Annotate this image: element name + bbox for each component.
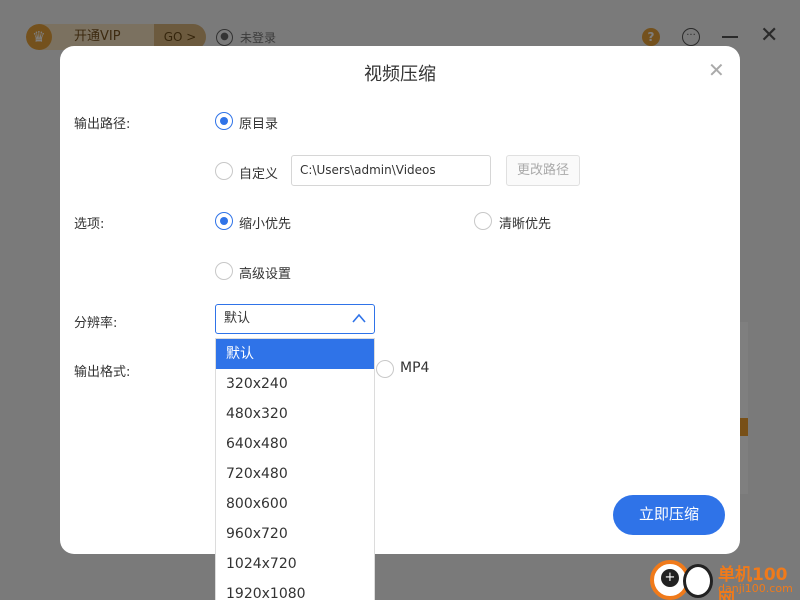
radio-original-dir[interactable]	[215, 112, 233, 130]
resolution-dropdown-list: 默认 320x240 480x320 640x480 720x480 800x6…	[215, 338, 375, 600]
radio-advanced-label[interactable]: 高级设置	[239, 263, 291, 282]
compress-now-button[interactable]: 立即压缩	[613, 495, 725, 535]
resolution-select[interactable]: 默认	[215, 304, 375, 334]
resolution-label: 分辨率:	[74, 316, 118, 331]
dropdown-option[interactable]: 320x240	[216, 369, 374, 399]
radio-size-priority[interactable]	[215, 212, 233, 230]
dropdown-option[interactable]: 720x480	[216, 459, 374, 489]
radio-mp4-label[interactable]: MP4	[400, 360, 429, 376]
dropdown-option[interactable]: 默认	[216, 339, 374, 369]
dropdown-option[interactable]: 480x320	[216, 399, 374, 429]
chevron-up-icon	[352, 313, 366, 323]
radio-mp4[interactable]	[376, 360, 394, 378]
output-path-field[interactable]: C:\Users\admin\Videos	[291, 155, 491, 186]
radio-custom-dir-label[interactable]: 自定义	[239, 163, 278, 182]
output-format-label: 输出格式:	[74, 365, 131, 380]
watermark-eye-icon	[683, 564, 713, 598]
radio-advanced[interactable]	[215, 262, 233, 280]
dropdown-option[interactable]: 1920x1080	[216, 579, 374, 600]
dialog-title: 视频压缩	[364, 64, 436, 85]
dropdown-option[interactable]: 800x600	[216, 489, 374, 519]
dropdown-option[interactable]: 640x480	[216, 429, 374, 459]
change-path-button[interactable]: 更改路径	[506, 155, 580, 186]
radio-original-dir-label[interactable]: 原目录	[239, 113, 278, 132]
dropdown-option[interactable]: 1024x720	[216, 549, 374, 579]
radio-size-priority-label[interactable]: 缩小优先	[239, 213, 291, 232]
plus-icon: +	[661, 569, 679, 587]
options-label: 选项:	[74, 217, 105, 232]
radio-custom-dir[interactable]	[215, 162, 233, 180]
dropdown-option[interactable]: 960x720	[216, 519, 374, 549]
video-compress-dialog: 视频压缩 ✕ 输出路径: 原目录 自定义 C:\Users\admin\Vide…	[60, 46, 740, 554]
output-path-label: 输出路径:	[74, 117, 131, 132]
radio-quality-priority[interactable]	[474, 212, 492, 230]
watermark-domain: danji100.com	[718, 582, 793, 595]
resolution-value: 默认	[224, 311, 251, 326]
radio-quality-priority-label[interactable]: 清晰优先	[499, 213, 551, 232]
close-icon[interactable]: ✕	[708, 60, 725, 80]
